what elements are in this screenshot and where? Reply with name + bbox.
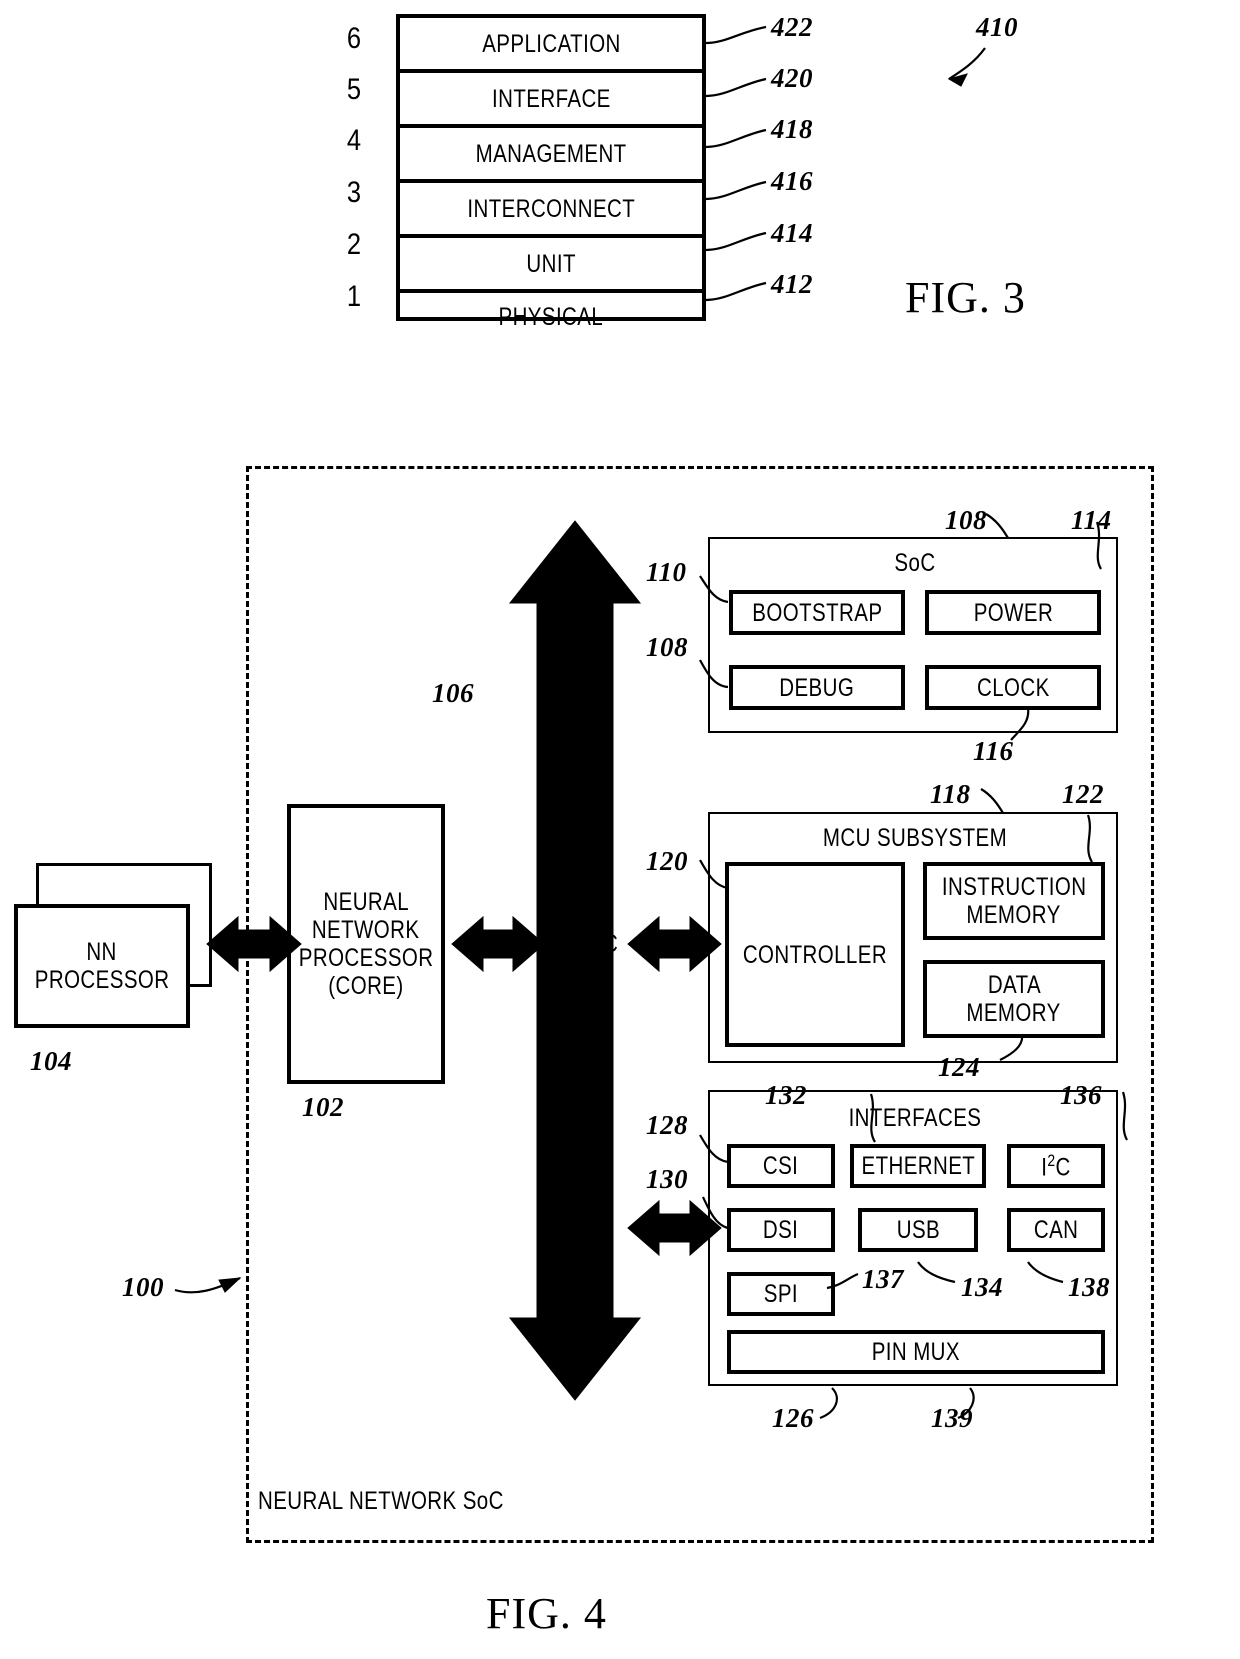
chip-boundary-label: NEURAL NETWORK SoC bbox=[258, 1487, 504, 1515]
figure-4-caption: FIG. 4 bbox=[486, 1589, 607, 1638]
core-label-line3: PROCESSOR bbox=[298, 944, 434, 972]
interface-i2c: I2C bbox=[1007, 1144, 1105, 1188]
core-label-line4: (CORE) bbox=[328, 972, 404, 1000]
nn-processor-label-line1: NN bbox=[86, 938, 118, 966]
ref-118: 118 bbox=[930, 779, 971, 809]
interface-i2c-label: I2C bbox=[1041, 1150, 1071, 1182]
bus-fabric-label-line1: BUS bbox=[558, 898, 602, 926]
mcu-controller: CONTROLLER bbox=[725, 862, 905, 1047]
interface-spi-label: SPI bbox=[763, 1280, 799, 1308]
soc-bootstrap-label: BOOTSTRAP bbox=[751, 598, 883, 627]
ref-124: 124 bbox=[938, 1052, 980, 1082]
bus-fabric-label-line2: FABRIC bbox=[541, 930, 619, 958]
soc-bootstrap: BOOTSTRAP bbox=[729, 590, 905, 635]
mcu-controller-label: CONTROLLER bbox=[742, 940, 888, 969]
interface-usb-label: USB bbox=[896, 1216, 940, 1244]
ref-110: 110 bbox=[646, 557, 687, 587]
figure-4: NEURAL NETWORK SoC 100 NN PROCESSOR 104 … bbox=[0, 0, 1240, 1659]
mcu-subsystem-title: MCU SUBSYSTEM bbox=[822, 824, 1008, 852]
interface-dsi-label: DSI bbox=[763, 1216, 799, 1244]
mcu-data-memory: DATA MEMORY bbox=[923, 960, 1105, 1038]
mcu-subsystem-block: MCU SUBSYSTEM CONTROLLER INSTRUCTION MEM… bbox=[708, 812, 1118, 1063]
soc-clock: CLOCK bbox=[925, 665, 1101, 710]
soc-clock-label: CLOCK bbox=[976, 673, 1050, 702]
interface-ethernet: ETHERNET bbox=[850, 1144, 986, 1188]
interface-csi: CSI bbox=[727, 1144, 835, 1188]
interface-can: CAN bbox=[1007, 1208, 1105, 1252]
ref-108-secondary: 108 bbox=[646, 632, 688, 662]
nn-processor: NN PROCESSOR bbox=[14, 904, 190, 1028]
ref-136: 136 bbox=[1060, 1080, 1102, 1110]
ref-130: 130 bbox=[646, 1164, 688, 1194]
nn-processor-label-line2: PROCESSOR bbox=[34, 966, 170, 994]
pin-mux-label: PIN MUX bbox=[871, 1338, 961, 1366]
soc-debug-label: DEBUG bbox=[779, 673, 855, 702]
data-memory-line2: MEMORY bbox=[966, 999, 1062, 1027]
interface-csi-label: CSI bbox=[763, 1152, 799, 1180]
ref-100: 100 bbox=[122, 1272, 164, 1302]
ref-114: 114 bbox=[1071, 505, 1112, 535]
ref-134: 134 bbox=[961, 1272, 1003, 1302]
soc-block-title: SoC bbox=[894, 549, 936, 577]
ref-139: 139 bbox=[931, 1403, 973, 1433]
neural-network-processor-core: NEURAL NETWORK PROCESSOR (CORE) bbox=[287, 804, 445, 1084]
ref-122: 122 bbox=[1062, 779, 1104, 809]
ref-132: 132 bbox=[765, 1080, 807, 1110]
data-memory-line1: DATA bbox=[987, 971, 1041, 999]
ref-116: 116 bbox=[973, 736, 1014, 766]
ref-138: 138 bbox=[1068, 1272, 1110, 1302]
soc-power-label: POWER bbox=[973, 598, 1053, 627]
soc-debug: DEBUG bbox=[729, 665, 905, 710]
ref-128: 128 bbox=[646, 1110, 688, 1140]
interface-ethernet-label: ETHERNET bbox=[861, 1152, 975, 1180]
ref-126: 126 bbox=[772, 1403, 814, 1433]
interface-usb: USB bbox=[858, 1208, 978, 1252]
ref-106: 106 bbox=[432, 678, 474, 708]
core-label-line1: NEURAL bbox=[323, 888, 409, 916]
interface-dsi: DSI bbox=[727, 1208, 835, 1252]
interfaces-block: INTERFACES CSI ETHERNET I2C DSI USB CAN … bbox=[708, 1090, 1118, 1386]
interface-can-label: CAN bbox=[1033, 1216, 1079, 1244]
patent-drawing-sheet: 6 5 4 3 2 1 APPLICATION INTERFACE MANAGE… bbox=[0, 0, 1240, 1659]
ref-120: 120 bbox=[646, 846, 688, 876]
ref-102: 102 bbox=[302, 1092, 344, 1122]
soc-block: SoC BOOTSTRAP POWER DEBUG CLOCK bbox=[708, 537, 1118, 733]
core-label-line2: NETWORK bbox=[312, 916, 420, 944]
mcu-instruction-memory: INSTRUCTION MEMORY bbox=[923, 862, 1105, 940]
ref-137: 137 bbox=[862, 1264, 904, 1294]
soc-power: POWER bbox=[925, 590, 1101, 635]
pin-mux: PIN MUX bbox=[727, 1330, 1105, 1374]
ref-108-top: 108 bbox=[945, 505, 987, 535]
interface-spi: SPI bbox=[727, 1272, 835, 1316]
instruction-memory-line2: MEMORY bbox=[966, 901, 1062, 929]
ref-104: 104 bbox=[30, 1046, 72, 1076]
instruction-memory-line1: INSTRUCTION bbox=[941, 873, 1087, 901]
